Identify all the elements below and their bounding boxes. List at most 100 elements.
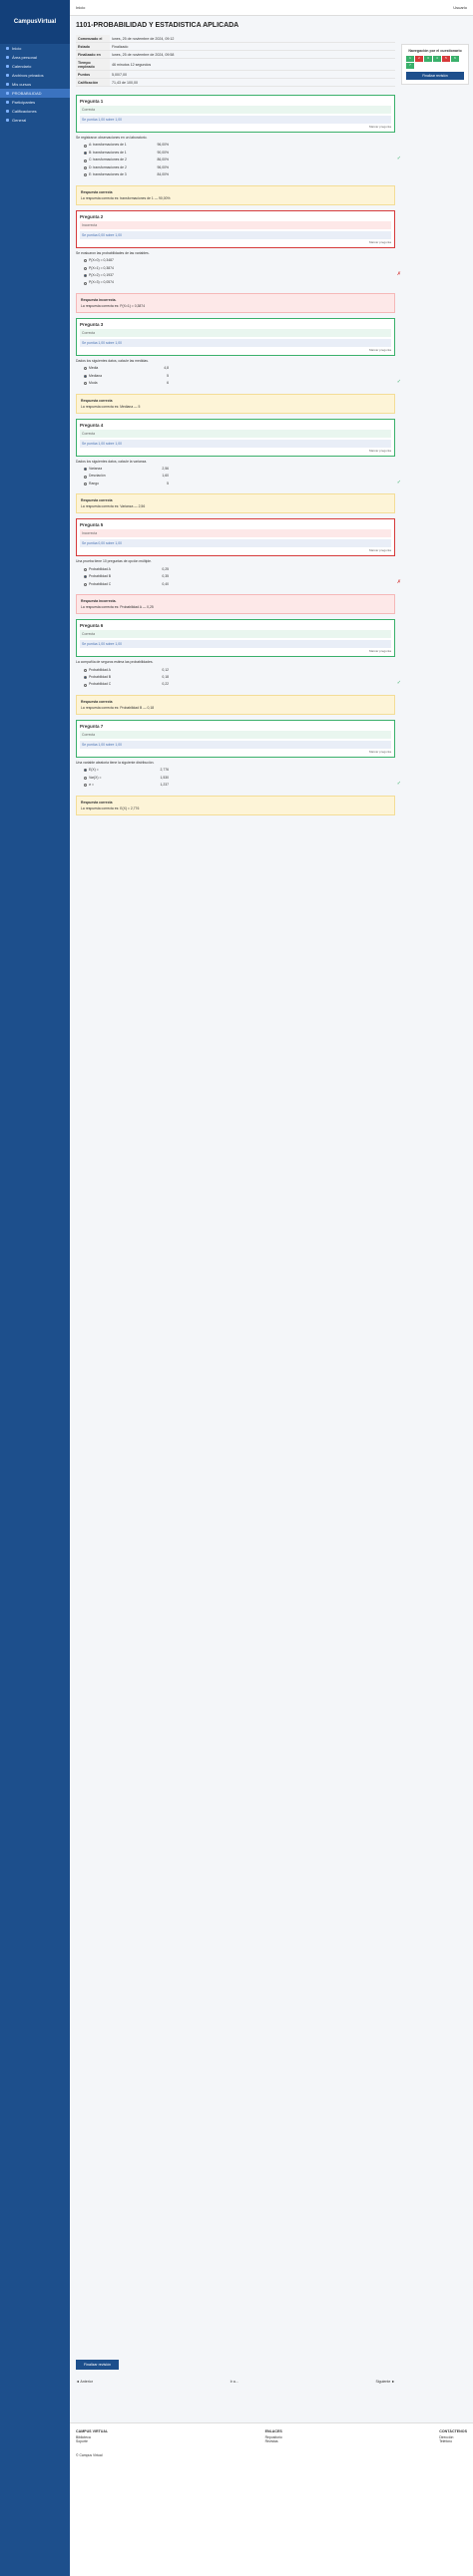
answer-option[interactable]: A: transformaciones de 1 96,00%: [84, 143, 395, 148]
option-text: A: transformaciones de 1: [89, 143, 127, 148]
radio-icon[interactable]: [84, 152, 87, 156]
sidebar-item[interactable]: Participantes: [0, 98, 70, 107]
prev-activity-link[interactable]: ◄ Anterior: [76, 2380, 93, 2384]
flag-question-link[interactable]: Marcar pregunta: [80, 240, 391, 244]
quiz-nav-button[interactable]: 2: [415, 56, 423, 62]
option-text: P(X=0) = 0,3487: [89, 258, 114, 263]
footer-link[interactable]: Revistas: [265, 2439, 282, 2443]
radio-icon[interactable]: [84, 668, 87, 672]
question: Pregunta 1 Correcta Se puntúa 1,00 sobre 1…: [76, 95, 401, 205]
option-value: 84,00%: [157, 172, 170, 177]
radio-icon[interactable]: [84, 173, 87, 177]
quiz-nav-button[interactable]: 7: [406, 63, 414, 69]
radio-icon[interactable]: [84, 567, 87, 571]
answer-option[interactable]: Mediana 5: [84, 374, 395, 379]
radio-icon[interactable]: [84, 582, 87, 586]
nav-bullet-icon: [6, 119, 9, 122]
quiz-nav-button[interactable]: 6: [451, 56, 459, 62]
nav-bullet-icon: [6, 83, 9, 86]
finish-review-link[interactable]: Finalizar revisión: [406, 72, 464, 80]
radio-icon[interactable]: [84, 483, 87, 486]
answer-option[interactable]: Media 4,8: [84, 366, 395, 371]
sidebar-item[interactable]: Mis cursos: [0, 80, 70, 89]
summary-value: Finalizado: [110, 42, 395, 51]
radio-icon[interactable]: [84, 683, 87, 687]
answer-option[interactable]: D: transformaciones de 2 96,00%: [84, 165, 395, 170]
radio-icon[interactable]: [84, 382, 87, 386]
radio-icon[interactable]: [84, 769, 87, 773]
finish-review-button[interactable]: Finalizar revisión: [76, 2360, 119, 2370]
answer-option[interactable]: P(X=1) = 0,3874: [84, 266, 395, 271]
radio-icon[interactable]: [84, 784, 87, 788]
next-activity-link[interactable]: Siguiente ►: [375, 2380, 395, 2384]
question-body: Dados los siguientes datos, calcule las …: [76, 356, 401, 392]
sidebar-item[interactable]: Área personal: [0, 53, 70, 62]
campus-logo[interactable]: CampusVirtual: [0, 0, 70, 44]
answer-option[interactable]: Var(X) = 1,530: [84, 776, 395, 781]
option-text: Probabilidad A: [89, 566, 111, 571]
radio-icon[interactable]: [84, 374, 87, 378]
answer-option[interactable]: E: transformaciones de 3 84,00%: [84, 172, 395, 177]
radio-icon[interactable]: [84, 259, 87, 263]
quiz-nav-button[interactable]: 4: [433, 56, 441, 62]
flag-question-link[interactable]: Marcar pregunta: [80, 649, 391, 653]
radio-icon[interactable]: [84, 165, 87, 169]
sidebar: CampusVirtual Inicio Área personal Calenda…: [0, 0, 70, 2576]
radio-icon[interactable]: [84, 159, 87, 162]
sidebar-item[interactable]: Calendario: [0, 62, 70, 71]
radio-icon[interactable]: [84, 281, 87, 285]
answer-option[interactable]: Desviación 1,60: [84, 474, 395, 479]
radio-icon[interactable]: [84, 144, 87, 148]
answer-option[interactable]: P(X=2) = 0,1937: [84, 273, 395, 278]
sidebar-item[interactable]: Inicio: [0, 44, 70, 53]
flag-question-link[interactable]: Marcar pregunta: [80, 750, 391, 754]
footer-link[interactable]: Soporte: [76, 2439, 108, 2443]
page-title: 1101-PROBABILIDAD Y ESTADISTICA APLICADA: [76, 22, 239, 29]
answer-option[interactable]: Rango 5: [84, 482, 395, 486]
option-value: 96,00%: [157, 164, 170, 169]
quiz-nav-button[interactable]: 3: [424, 56, 432, 62]
answer-option[interactable]: Probabilidad B 0,18: [84, 675, 395, 680]
flag-question-link[interactable]: Marcar pregunta: [80, 125, 391, 129]
radio-icon[interactable]: [84, 274, 87, 278]
footer-col-links: ENLACES Repositorio Revistas: [265, 2429, 282, 2443]
radio-icon[interactable]: [84, 475, 87, 479]
radio-icon[interactable]: [84, 676, 87, 680]
topbar-title[interactable]: Inicio: [76, 5, 85, 10]
answer-option[interactable]: Probabilidad C 0,40: [84, 582, 395, 587]
question-prompt: Dados los siguientes datos, calcule la v…: [76, 459, 148, 464]
flag-question-link[interactable]: Marcar pregunta: [80, 548, 391, 552]
answer-option[interactable]: Probabilidad A 0,12: [84, 668, 395, 673]
flag-question-link[interactable]: Marcar pregunta: [80, 348, 391, 352]
answer-option[interactable]: Moda 6: [84, 381, 395, 386]
quiz-nav-button[interactable]: 5: [442, 56, 450, 62]
nav-bullet-icon: [6, 110, 9, 113]
sidebar-item[interactable]: Calificaciones: [0, 107, 70, 116]
option-text: E(X) =: [89, 768, 99, 773]
sidebar-item[interactable]: General: [0, 116, 70, 125]
answer-option[interactable]: P(X=0) = 0,3487: [84, 258, 395, 263]
question-body: La compañía de seguros estima las probab…: [76, 657, 401, 693]
radio-icon[interactable]: [84, 367, 87, 371]
answer-option[interactable]: B: transformaciones de 1 90,00%: [84, 151, 395, 156]
sidebar-item[interactable]: Archivos privados: [0, 71, 70, 80]
quiz-nav-button[interactable]: 1: [406, 56, 414, 62]
jump-to-select[interactable]: Ir a...: [231, 2380, 238, 2384]
flag-question-link[interactable]: Marcar pregunta: [80, 449, 391, 453]
radio-icon[interactable]: [84, 468, 87, 472]
sidebar-item[interactable]: PROBABILIDAD: [0, 89, 70, 98]
answer-option[interactable]: Probabilidad B 0,35: [84, 574, 395, 579]
answer-option[interactable]: E(X) = 2,776: [84, 768, 395, 773]
answer-option[interactable]: Probabilidad C 0,22: [84, 682, 395, 687]
radio-icon[interactable]: [84, 776, 87, 780]
user-menu[interactable]: Usuario: [453, 5, 467, 10]
option-text: P(X=3) = 0,0574: [89, 280, 114, 285]
feedback-title: Respuesta correcta: [81, 398, 113, 403]
answer-option[interactable]: Varianza 2,56: [84, 467, 395, 472]
radio-icon[interactable]: [84, 575, 87, 579]
answer-option[interactable]: P(X=3) = 0,0574: [84, 280, 395, 285]
answer-option[interactable]: C: transformaciones de 2 86,00%: [84, 158, 395, 162]
answer-option[interactable]: Probabilidad A 0,25: [84, 567, 395, 572]
radio-icon[interactable]: [84, 266, 87, 270]
answer-option[interactable]: σ = 1,237: [84, 783, 395, 788]
